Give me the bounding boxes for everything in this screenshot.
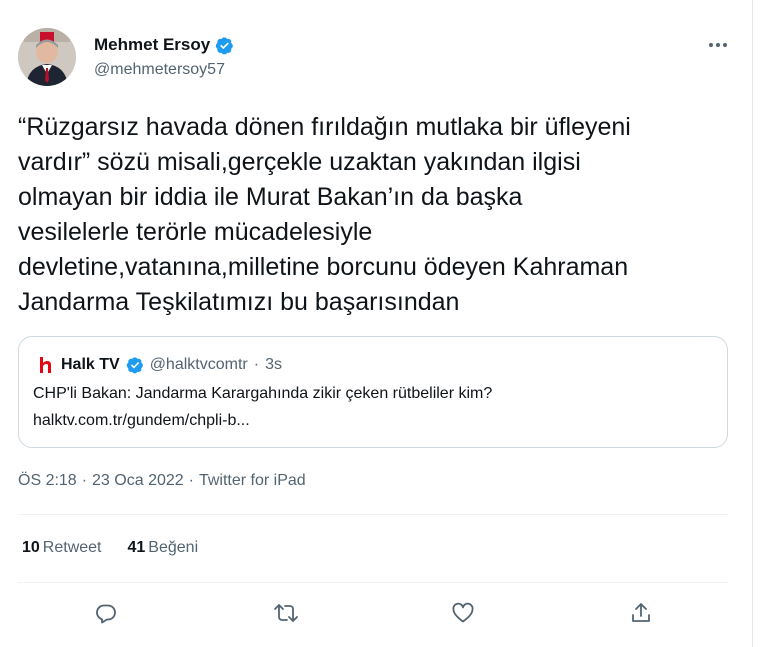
retweets-stat[interactable]: 10 Retweet [22,539,102,557]
reply-icon [96,604,116,624]
quoted-tweet-text: CHP'li Bakan: Jandarma Karargahında ziki… [33,385,493,402]
halk-tv-logo-icon [35,355,55,375]
divider [18,514,728,515]
column-border [752,0,753,647]
divider [18,582,728,583]
likes-stat[interactable]: 41 Beğeni [128,539,199,557]
quoted-tweet-link[interactable]: halktv.com.tr/gundem/chpli-b... [33,412,250,430]
retweet-button[interactable] [269,596,303,630]
tweet-timestamp-time[interactable]: ÖS 2:18 [18,472,77,490]
share-icon [632,603,650,622]
retweets-count: 10 [22,539,40,556]
verified-badge-icon [215,36,234,54]
share-button[interactable] [624,596,658,630]
tweet-stats: 10 Retweet 41 Beğeni [22,539,198,557]
quoted-author-name[interactable]: Halk TV [61,356,120,374]
tweet-source[interactable]: Twitter for iPad [199,472,306,490]
quoted-tweet-header: Halk TV @halktvcomtr · 3s [35,355,282,375]
tweet-timestamp-date[interactable]: 23 Oca 2022 [92,472,184,490]
heart-icon [452,602,474,623]
likes-count: 41 [127,539,146,556]
quoted-time[interactable]: 3s [265,356,282,374]
more-icon [709,43,727,47]
verified-badge-icon [126,357,143,374]
more-button[interactable] [704,34,732,56]
quoted-tweet[interactable]: Halk TV @halktvcomtr · 3s CHP'li Bakan: … [18,336,728,448]
dot-separator: · [188,472,194,489]
dot-separator: · [81,472,88,489]
author-handle[interactable]: @mehmetersoy57 [94,61,225,79]
tweet-meta: ÖS 2:18 · 23 Oca 2022 · Twitter for iPad [18,472,306,490]
tweet-card: Mehmet Ersoy @mehmetersoy57 “Rüzgarsız h… [0,0,752,647]
like-button[interactable] [446,596,480,630]
retweets-label: Retweet [42,539,102,556]
avatar[interactable] [18,28,76,86]
retweet-icon [274,604,298,622]
tweet-text: “Rüzgarsız havada dönen fırıldağın mutla… [18,113,631,316]
tweet-actions [0,596,752,632]
reply-button[interactable] [89,596,123,630]
dot-separator: · [253,356,260,373]
avatar-image [18,28,76,86]
author-name[interactable]: Mehmet Ersoy [94,35,210,55]
likes-label: Beğeni [148,539,199,556]
author-name-row[interactable]: Mehmet Ersoy [94,35,234,55]
quoted-author-handle[interactable]: @halktvcomtr [150,356,248,374]
